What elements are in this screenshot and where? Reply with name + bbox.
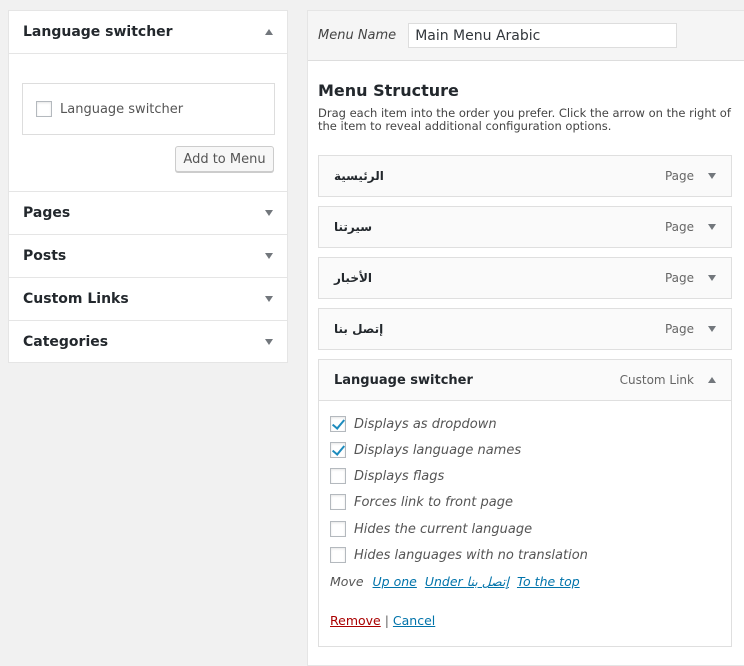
section-label: Posts [23, 248, 67, 264]
option-flags[interactable]: Displays flags [330, 468, 444, 484]
section-categories[interactable]: Categories [9, 320, 287, 363]
section-pages[interactable]: Pages [9, 191, 287, 234]
menu-item[interactable]: سيرتنا Page [318, 206, 732, 248]
instructions: Drag each item into the order you prefer… [318, 106, 731, 133]
option-label: Hides the current language [354, 521, 533, 537]
option-label: Displays flags [354, 468, 445, 484]
option-label: Displays as dropdown [354, 416, 497, 432]
add-to-menu-button[interactable]: Add to Menu [175, 146, 274, 172]
cancel-link[interactable]: Cancel [393, 613, 435, 628]
expand-arrow-icon [265, 253, 273, 259]
menu-editor: Menu Name Menu Structure Drag each item … [307, 10, 744, 666]
language-switcher-checkbox[interactable] [36, 101, 52, 117]
option-hide-current[interactable]: Hides the current language [330, 521, 532, 537]
menu-structure-heading: Menu Structure [318, 81, 459, 100]
panel-header[interactable]: Language switcher [9, 11, 287, 54]
expand-arrow-icon[interactable] [708, 173, 716, 179]
move-row: Move Up one Under إتصل بنا To the top [330, 574, 580, 589]
option-force-front[interactable]: Forces link to front page [330, 494, 513, 510]
menu-item[interactable]: إتصل بنا Page [318, 308, 732, 350]
move-label: Move [330, 574, 364, 589]
section-custom-links[interactable]: Custom Links [9, 277, 287, 320]
checkbox[interactable] [330, 547, 346, 563]
item-title: الرئيسية [334, 169, 384, 183]
checkbox[interactable] [330, 416, 346, 432]
expand-arrow-icon[interactable] [708, 326, 716, 332]
item-title: إتصل بنا [334, 322, 384, 336]
checkbox[interactable] [330, 494, 346, 510]
expand-arrow-icon [265, 339, 273, 345]
panel-title: Language switcher [23, 24, 173, 40]
item-type: Page [664, 169, 694, 183]
item-settings: Displays as dropdown Displays language n… [318, 400, 732, 647]
item-type: Page [664, 271, 694, 285]
section-label: Pages [23, 205, 71, 221]
item-title: الأخبار [334, 271, 373, 285]
menu-item[interactable]: الرئيسية Page [318, 155, 732, 197]
section-posts[interactable]: Posts [9, 234, 287, 277]
expand-arrow-icon[interactable] [708, 275, 716, 281]
move-under-link[interactable]: Under إتصل بنا [425, 574, 509, 589]
item-title: Language switcher [334, 372, 473, 388]
item-title: سيرتنا [334, 220, 373, 234]
language-switcher-panel: Language switcher Language switcher Add … [8, 10, 288, 363]
menu-name-label: Menu Name [318, 28, 397, 43]
collapse-arrow-icon[interactable] [265, 29, 273, 35]
item-type: Page [664, 220, 694, 234]
collapse-arrow-icon[interactable] [708, 377, 716, 383]
option-displays-dropdown[interactable]: Displays as dropdown [330, 416, 497, 432]
option-label: Forces link to front page [354, 494, 513, 510]
option-language-names[interactable]: Displays language names [330, 442, 521, 458]
section-label: Categories [23, 334, 109, 350]
separator: | [384, 613, 389, 628]
option-hide-untranslated[interactable]: Hides languages with no translation [330, 547, 588, 563]
option-label: Hides languages with no translation [354, 547, 588, 563]
checkbox[interactable] [330, 521, 346, 537]
expand-arrow-icon [265, 210, 273, 216]
checkbox[interactable] [330, 468, 346, 484]
checkbox[interactable] [330, 442, 346, 458]
checkbox-box: Language switcher [22, 83, 275, 135]
expand-arrow-icon [265, 296, 273, 302]
move-to-top-link[interactable]: To the top [517, 574, 580, 589]
checkbox-label: Language switcher [60, 101, 184, 117]
menu-item[interactable]: الأخبار Page [318, 257, 732, 299]
expand-arrow-icon[interactable] [708, 224, 716, 230]
move-up-one-link[interactable]: Up one [373, 574, 417, 589]
option-label: Displays language names [354, 442, 522, 458]
item-type: Page [664, 322, 694, 336]
menu-item-language-switcher[interactable]: Language switcher Custom Link [318, 359, 732, 401]
remove-link[interactable]: Remove [330, 613, 381, 628]
item-type: Custom Link [619, 373, 694, 387]
menu-name-input[interactable] [408, 23, 678, 48]
menu-name-bar: Menu Name [308, 11, 744, 61]
actions-row: Remove | Cancel [330, 613, 435, 628]
section-label: Custom Links [23, 291, 129, 307]
